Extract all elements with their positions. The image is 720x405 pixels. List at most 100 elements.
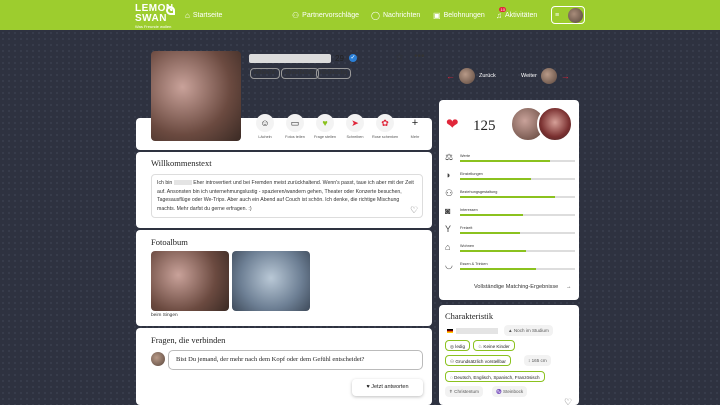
nav-home[interactable]: ⌂ Startseite [185,0,222,30]
like-heart-icon[interactable]: ♡ [410,205,418,216]
action-label: Schreiben [346,135,364,139]
action-label: Fotos teilen [285,135,305,139]
logo-tagline: Was Freunde wollen [135,24,172,29]
send-icon: ➤ [346,114,364,132]
trait-tag: liebevoll [250,68,280,79]
criterion-bar [460,178,575,180]
criterion-name: Freizeit [460,226,473,230]
chip-label: Noch im Studium [513,328,549,333]
full-matching-results-link[interactable]: Vollständige Matching-Ergebnisse → [474,284,571,290]
nav-messages[interactable]: ◯ Nachrichten [371,0,420,30]
scale-icon: ⚖ [445,152,454,162]
answer-button-label: Jetzt antworten [371,384,409,390]
action-label: Lächeln [258,135,272,139]
more-options-icon[interactable]: ••• [414,51,425,62]
criterion-fill [460,250,526,252]
action-more[interactable]: + Mehr [402,114,428,139]
question-text[interactable]: Bist Du jemand, der mehr nach dem Kopf o… [168,350,423,370]
chip-label: Deutsch, Englisch, Spanisch, Französisch [454,375,540,380]
chip-zodiac: ♑ Steinbock [492,386,528,397]
nav-activities-label: Aktivitäten [505,11,538,19]
hearts-icon: ❤ [446,116,459,133]
photo-share-icon: ▭ [286,114,304,132]
user-menu-button[interactable]: ≡ [551,6,585,24]
criterion-name: Einstellungen [460,172,483,176]
user-avatar [568,8,583,23]
chip-label: Grundsätzlich vorstellbar [455,359,506,364]
flag-germany-icon [447,328,453,333]
back-button[interactable]: ← Zurück [446,68,496,84]
chip-children: ♘ Keine Kinder [473,340,515,351]
bowl-icon: ◡ [445,260,453,270]
like-heart-icon[interactable]: ♡ [564,397,572,405]
question-heart-icon: ♥ [316,114,334,132]
camera-icon: ◙ [445,206,451,216]
welcome-text-box: Ich bin Eher introvertiert und bei Fremd… [151,174,423,218]
trait-tag: reiselustig [316,68,352,79]
criterion-bar [460,160,575,162]
criterion-bar [460,232,575,234]
criterion-name: Werte [460,154,471,158]
welcome-text-start: Ich bin [157,180,173,186]
zodiac-icon: ♑ [496,389,503,394]
star-favorite-icon[interactable]: ☆ [395,52,404,63]
welcome-text-body: Eher introvertiert und bei Fremden meist… [157,180,414,212]
criterion-name: Wohnen [460,244,475,248]
people-icon: ⚇ [445,188,454,198]
nav-messages-label: Nachrichten [382,11,421,19]
chip-religion: ✝ Christentum [445,386,483,397]
arrow-right-icon: → [565,284,572,290]
user-avatar [537,106,573,142]
nav-home-label: Startseite [192,11,223,19]
next-button[interactable]: Weiter → [521,68,570,84]
arrow-left-icon: ← [446,71,455,81]
chip-languages: ◌ Deutsch, Englisch, Spanisch, Französis… [445,371,545,382]
action-share-photos[interactable]: ▭ Fotos teilen [282,114,308,139]
action-give-rose[interactable]: ✿ Rose schenken [372,114,398,139]
nav-activities[interactable]: ♫ Aktivitäten [496,0,537,30]
swan-icon [166,6,175,15]
user-avatar [151,352,165,366]
album-photo[interactable] [232,251,310,311]
chip-relationship: ◎ ledig [445,340,471,351]
smile-icon: ☺ [256,114,274,132]
next-profile-avatar [540,68,557,84]
suggestions-icon: ⚇ [292,10,300,20]
matching-score: 125 [473,118,496,134]
criterion-fill [460,160,550,162]
nationality-field [447,326,498,335]
action-label: Frage stellen [314,135,336,139]
back-label: Zurück [479,73,496,79]
action-ask-question[interactable]: ♥ Frage stellen [312,114,338,139]
chip-label: Steinbock [503,389,524,394]
criterion-bar [460,214,575,216]
action-smile[interactable]: ☺ Lächeln [252,114,278,139]
cocktail-icon: Y [445,224,452,234]
criterion-fill [460,268,536,270]
profile-photo[interactable] [151,51,241,141]
criterion-fill [460,232,520,234]
plus-icon: + [411,117,419,129]
nav-rewards-label: Belohnungen [443,11,485,19]
answer-button[interactable]: ♥ Jetzt antworten [352,379,423,396]
chat-icon: ◯ [371,10,380,20]
nav-suggestions[interactable]: ⚇ Partnervorschläge [292,0,359,30]
welcome-title: Willkommenstext [151,158,212,168]
profile-age: 29 [335,54,344,63]
questions-title: Fragen, die verbinden [151,335,226,345]
criterion-fill [460,196,556,198]
action-label: Mehr [410,135,420,139]
trait-tag: zuverlässig [281,68,320,79]
nav-suggestions-label: Partnervorschläge [302,11,359,19]
action-write[interactable]: ➤ Schreiben [342,114,368,139]
chip-label: ledig [455,344,466,349]
nav-rewards[interactable]: ▣ Belohnungen [433,0,485,30]
logo-line2: SWAN [135,13,167,24]
hamburger-menu-icon: ≡ [555,11,560,19]
criterion-name: Interessen [460,208,478,212]
next-label: Weiter [521,73,537,79]
redacted-text [173,180,192,186]
album-photo[interactable] [151,251,229,311]
criterion-name: Beziehungsgestaltung [460,190,498,194]
redacted-text [456,327,498,334]
